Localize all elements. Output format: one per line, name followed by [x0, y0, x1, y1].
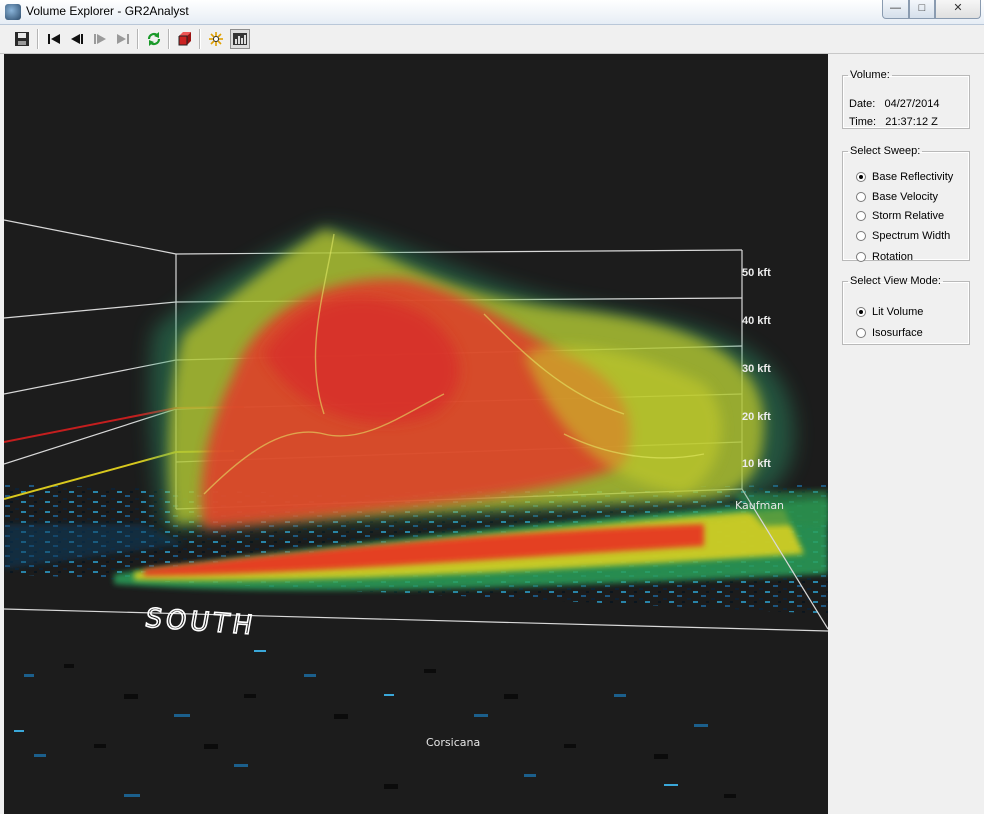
volume-legend: Volume:	[850, 69, 890, 81]
radio-icon	[856, 328, 866, 338]
radio-icon	[856, 231, 866, 241]
window-title: Volume Explorer - GR2Analyst	[26, 4, 189, 18]
storm-volume	[149, 226, 795, 529]
refresh-icon	[147, 32, 161, 46]
refresh-button[interactable]	[144, 29, 164, 49]
height-label-20: 20 kft	[742, 411, 771, 423]
maximize-button[interactable]: □	[909, 0, 935, 19]
time-value: 21:37:12 Z	[885, 116, 938, 128]
volume-group: Volume: Date: 04/27/2014 Time: 21:37:12 …	[842, 69, 970, 129]
sparkle-icon	[209, 32, 223, 46]
save-icon	[15, 32, 29, 46]
height-label-50: 50 kft	[742, 267, 771, 279]
close-button[interactable]: ✕	[935, 0, 981, 19]
height-label-30: 30 kft	[742, 363, 771, 375]
sweep-option-base-velocity[interactable]: Base Velocity	[856, 189, 938, 205]
height-label-10: 10 kft	[742, 458, 771, 470]
app-icon	[5, 4, 21, 20]
place-label-corsicana: Corsicana	[426, 736, 480, 749]
radio-icon	[856, 211, 866, 221]
volume-viewport[interactable]: 50 kft 40 kft 30 kft 20 kft 10 kft SOUTH…	[4, 54, 828, 814]
view-mode-isosurface[interactable]: Isosurface	[856, 325, 923, 341]
last-frame-button[interactable]	[113, 29, 133, 49]
sweep-option-spectrum-width[interactable]: Spectrum Width	[856, 228, 950, 244]
view-mode-group: Select View Mode: Lit Volume Isosurface	[842, 275, 970, 345]
view-mode-legend: Select View Mode:	[850, 275, 941, 287]
previous-frame-button[interactable]	[67, 29, 87, 49]
sweep-option-rotation[interactable]: Rotation	[856, 249, 913, 265]
first-frame-button[interactable]	[44, 29, 64, 49]
previous-frame-icon	[71, 34, 83, 44]
minimize-button[interactable]: —	[882, 0, 909, 19]
place-label-kaufman: Kaufman	[735, 499, 784, 512]
chart-icon	[233, 33, 247, 45]
sweep-group: Select Sweep: Base Reflectivity Base Vel…	[842, 145, 970, 263]
control-panel: Volume: Date: 04/27/2014 Time: 21:37:12 …	[829, 54, 984, 814]
next-frame-button[interactable]	[90, 29, 110, 49]
radio-icon	[856, 252, 866, 262]
maximize-icon: □	[918, 2, 926, 14]
sweep-option-base-reflectivity[interactable]: Base Reflectivity	[856, 169, 953, 185]
sweep-legend: Select Sweep:	[850, 145, 921, 157]
radio-icon	[856, 192, 866, 202]
lighting-button[interactable]	[206, 29, 226, 49]
volume-cube-icon	[178, 32, 191, 46]
save-button[interactable]	[12, 29, 32, 49]
next-frame-icon	[94, 34, 106, 44]
chart-button[interactable]	[230, 29, 250, 49]
radio-icon	[856, 307, 866, 317]
sweep-option-storm-relative[interactable]: Storm Relative	[856, 208, 944, 224]
radio-icon	[856, 172, 866, 182]
view-mode-lit-volume[interactable]: Lit Volume	[856, 304, 923, 320]
last-frame-icon	[117, 34, 129, 44]
close-icon: ✕	[953, 2, 963, 14]
first-frame-icon	[48, 34, 60, 44]
direction-label: SOUTH	[143, 604, 259, 642]
height-label-40: 40 kft	[742, 315, 771, 327]
date-value: 04/27/2014	[884, 98, 940, 110]
title-bar: Volume Explorer - GR2Analyst — □ ✕	[0, 0, 984, 25]
volume-cube-button[interactable]	[175, 29, 195, 49]
minimize-icon: —	[890, 2, 901, 14]
date-row: Date: 04/27/2014	[849, 98, 940, 110]
time-row: Time: 21:37:12 Z	[849, 116, 938, 128]
toolbar	[0, 25, 984, 54]
